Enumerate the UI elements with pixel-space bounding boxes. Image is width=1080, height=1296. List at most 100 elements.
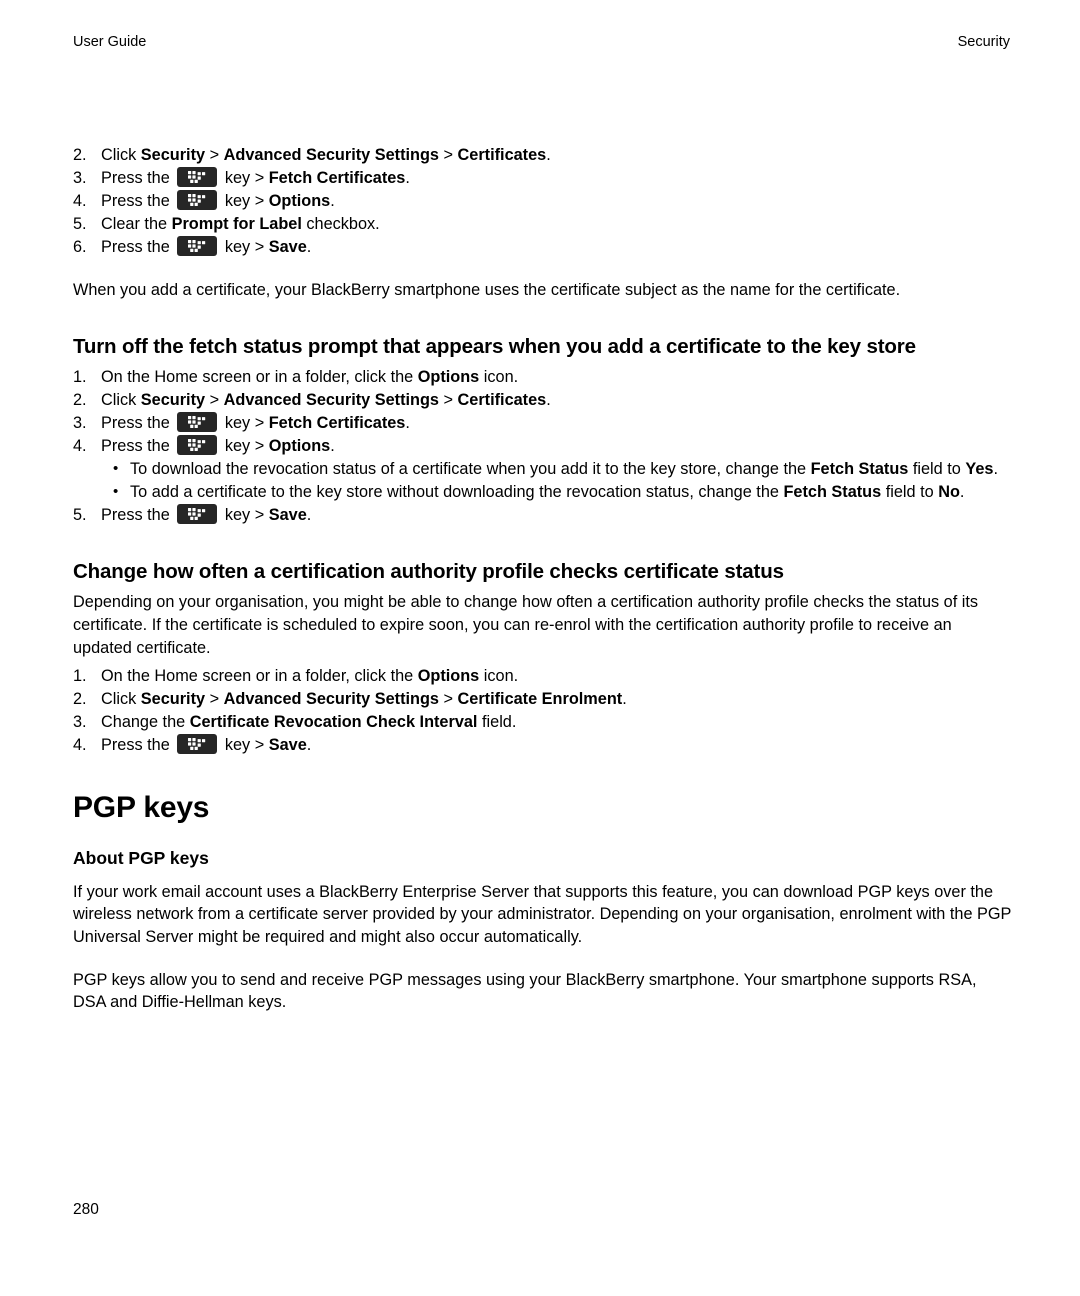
- list-item-number: 5.: [73, 505, 87, 524]
- blackberry-menu-key-icon: [177, 235, 218, 256]
- text-run: icon.: [479, 368, 519, 387]
- text-run: .: [546, 146, 551, 164]
- list-item-text: Click Security > Advanced Security Setti…: [101, 391, 551, 409]
- bold-term: Security: [140, 690, 206, 709]
- list-item: • To download the revocation status of a …: [113, 458, 1013, 481]
- list-item: 5. Clear the Prompt for Label checkbox.: [73, 213, 1013, 236]
- list-item: 2. Click Security > Advanced Security Set…: [73, 688, 1013, 711]
- text-run: .: [330, 191, 335, 210]
- list-item-number: 2.: [73, 146, 87, 164]
- bold-term: Options: [268, 436, 331, 455]
- text-run: field.: [477, 713, 517, 732]
- list-item: 3. Press the key > Fetch Certificates.: [73, 411, 1013, 435]
- list-item-text: Press the key > Save.: [101, 503, 311, 524]
- bold-term: Save: [268, 237, 307, 256]
- text-run: .: [306, 735, 312, 754]
- text-run: On the Home screen or in a folder, click…: [101, 667, 418, 686]
- list-item-number: 1.: [73, 368, 87, 387]
- list-item: 3. Change the Certificate Revocation Chec…: [73, 711, 1013, 734]
- text-run: .: [959, 482, 965, 501]
- text-run: >: [438, 146, 458, 164]
- bullet-marker-icon: •: [113, 482, 119, 500]
- bold-term: Fetch Status: [783, 482, 882, 501]
- document-page: User Guide Security 2. Click Security > A…: [0, 0, 1080, 1296]
- blackberry-menu-key-icon: [177, 166, 218, 187]
- text-run: Press the: [101, 436, 175, 455]
- bold-term: Fetch Status: [810, 459, 909, 478]
- list-item-number: 4.: [73, 735, 87, 754]
- page-number: 280: [73, 1201, 99, 1218]
- list-item-number: 5.: [73, 214, 87, 233]
- bold-term: Fetch Certificates: [268, 413, 406, 432]
- list-item: 4. Press the key > Options.: [73, 189, 1013, 213]
- list-item-number: 4.: [73, 436, 87, 455]
- list-item-text: Press the key > Fetch Certificates.: [101, 411, 410, 432]
- list-item-text: Press the key > Save.: [101, 235, 311, 256]
- list-item-number: 2.: [73, 690, 87, 709]
- text-run: field to: [881, 482, 939, 501]
- bold-term: Options: [268, 191, 331, 210]
- text-run: On the Home screen or in a folder, click…: [101, 368, 418, 387]
- list-item-text: Press the key > Options.: [101, 434, 335, 455]
- section-heading-fetch-status: Turn off the fetch status prompt that ap…: [73, 335, 916, 359]
- text-run: Press the: [101, 735, 175, 754]
- list-item: 5. Press the key > Save.: [73, 503, 1013, 527]
- text-run: To add a certificate to the key store wi…: [130, 482, 784, 501]
- list-item-text: To download the revocation status of a c…: [130, 460, 998, 478]
- text-run: .: [546, 391, 551, 410]
- list-item-number: 6.: [73, 237, 87, 256]
- list-item-text: Press the key > Options.: [101, 189, 335, 210]
- text-run: Change the: [101, 713, 190, 732]
- bold-term: Security: [140, 146, 206, 164]
- list-item-text: Click Security > Advanced Security Setti…: [101, 146, 551, 164]
- list-item-text: Clear the Prompt for Label checkbox.: [101, 215, 380, 233]
- list-item: 2. Click Security > Advanced Security Set…: [73, 144, 1013, 167]
- text-run: Press the: [101, 191, 175, 210]
- running-head: User Guide Security: [73, 33, 1010, 51]
- text-run: Press the: [101, 168, 175, 187]
- list-item-number: 2.: [73, 391, 87, 410]
- text-run: key >: [220, 505, 269, 524]
- list-item: 1. On the Home screen or in a folder, cli…: [73, 665, 1013, 688]
- text-run: Clear the: [101, 214, 172, 233]
- list-item: 4. Press the key > Options.: [73, 434, 1013, 458]
- intro-paragraph-ca-profile: Depending on your organisation, you migh…: [73, 593, 979, 657]
- bold-term: Fetch Certificates: [268, 168, 406, 187]
- text-run: key >: [220, 735, 269, 754]
- text-run: >: [438, 391, 458, 410]
- text-run: field to: [908, 459, 966, 478]
- page-content: 2. Click Security > Advanced Security Set…: [73, 144, 1013, 1014]
- list-item-text: On the Home screen or in a folder, click…: [101, 368, 518, 386]
- text-run: checkbox.: [301, 214, 380, 233]
- chapter-title-pgp-keys: PGP keys: [73, 790, 210, 824]
- list-item: 2. Click Security > Advanced Security Set…: [73, 389, 1013, 412]
- text-run: Press the: [101, 237, 175, 256]
- bold-term: Advanced Security Settings: [223, 690, 439, 709]
- list-item-number: 4.: [73, 191, 87, 210]
- steps-list-fetch-status-b: 5. Press the key > Save.: [73, 503, 1013, 527]
- bold-term: Yes: [965, 459, 994, 478]
- text-run: key >: [220, 237, 269, 256]
- bold-term: Advanced Security Settings: [223, 146, 439, 164]
- bold-term: Certificates: [457, 146, 547, 164]
- text-run: Press the: [101, 505, 175, 524]
- text-run: key >: [220, 168, 269, 187]
- text-run: key >: [220, 413, 269, 432]
- text-run: .: [405, 168, 410, 187]
- note-paragraph: When you add a certificate, your BlackBe…: [73, 280, 901, 299]
- subheading-about-pgp-keys: About PGP keys: [73, 847, 209, 868]
- bold-term: Advanced Security Settings: [223, 391, 439, 410]
- text-run: >: [205, 391, 224, 410]
- list-item: 6. Press the key > Save.: [73, 235, 1013, 259]
- list-item-number: 3.: [73, 713, 87, 732]
- bold-term: No: [938, 482, 960, 501]
- text-run: key >: [220, 436, 269, 455]
- running-head-left: User Guide: [73, 34, 147, 50]
- text-run: .: [993, 459, 998, 478]
- bold-term: Save: [268, 505, 307, 524]
